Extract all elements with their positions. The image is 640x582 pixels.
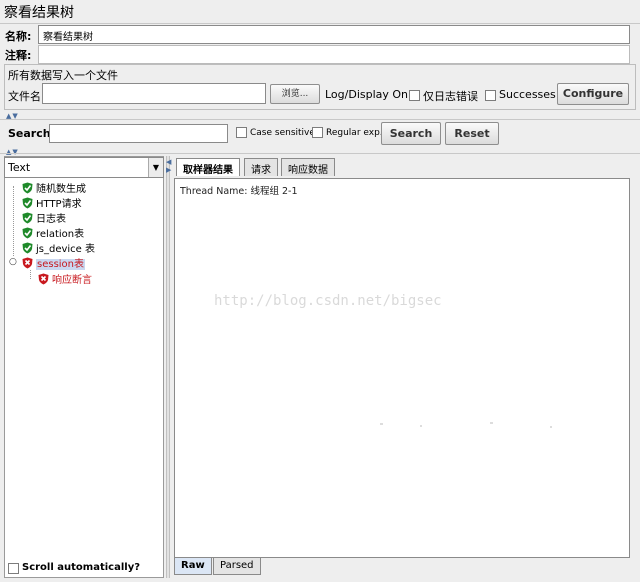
divider <box>0 119 640 120</box>
expand-toggle-icon[interactable]: ○ <box>9 257 17 267</box>
success-shield-icon <box>22 212 36 225</box>
window-title: 察看结果树 <box>4 5 74 21</box>
regex-checkbox[interactable] <box>312 127 323 138</box>
successes-checkbox[interactable] <box>485 90 496 101</box>
regex-label: Regular exp. <box>326 128 383 138</box>
tab-sampler-result[interactable]: 取样器结果 <box>176 158 240 176</box>
errors-only-checkbox[interactable] <box>409 90 420 101</box>
tree-item-label: 随机数生成 <box>36 184 86 195</box>
redaction-scribble <box>341 416 610 434</box>
scroll-auto-checkbox[interactable] <box>8 563 19 574</box>
tree-item[interactable]: js_device 表 <box>22 240 96 255</box>
error-shield-icon <box>22 257 36 270</box>
successes-label: Successes <box>499 88 556 101</box>
search-label: Search: <box>8 127 55 140</box>
tree-item[interactable]: 随机数生成 <box>22 180 86 195</box>
tab-raw[interactable]: Raw <box>174 557 212 575</box>
collapse-arrows-icon[interactable]: ▲▼ <box>6 148 19 156</box>
tree-item[interactable]: 响应断言 <box>38 271 92 286</box>
scroll-auto-label: Scroll automatically? <box>22 562 141 573</box>
tab-parsed[interactable]: Parsed <box>213 557 261 575</box>
tab-response-data[interactable]: 响应数据 <box>281 158 335 176</box>
tree-item-label: js_device 表 <box>36 244 96 255</box>
chevron-down-icon[interactable]: ▼ <box>148 158 163 177</box>
tree-item[interactable]: HTTP请求 <box>22 195 82 210</box>
splitter-arrows-icon[interactable]: ◀ ▶ <box>166 158 171 174</box>
divider <box>0 153 640 154</box>
result-text-area[interactable]: Thread Name: 线程组 2-1Sample Start: 2017-0… <box>174 178 630 558</box>
errors-only-label: 仅日志错误 <box>423 90 478 103</box>
search-button[interactable]: Search <box>381 122 441 145</box>
success-shield-icon <box>22 197 36 210</box>
success-shield-icon <box>22 182 36 195</box>
configure-button[interactable]: Configure <box>557 83 629 105</box>
tree-item-label: 日志表 <box>36 214 66 225</box>
error-shield-icon <box>38 273 52 286</box>
renderer-select[interactable]: Text ▼ <box>4 157 164 178</box>
tree-item-label: 响应断言 <box>52 275 92 286</box>
divider <box>0 23 640 24</box>
tree-item-label: session表 <box>36 259 86 270</box>
splitter[interactable] <box>166 156 170 578</box>
tree-item-label: HTTP请求 <box>36 199 82 210</box>
case-sensitive-checkbox[interactable] <box>236 127 247 138</box>
watermark: http://blog.csdn.net/bigsec <box>214 293 442 309</box>
file-section-header: 所有数据写入一个文件 <box>8 69 118 82</box>
comment-field[interactable] <box>38 45 630 64</box>
success-shield-icon <box>22 227 36 240</box>
name-label: 名称: <box>5 30 32 43</box>
browse-button[interactable]: 浏览... <box>270 84 320 104</box>
case-sensitive-label: Case sensitive <box>250 128 315 138</box>
tree-line <box>30 270 32 279</box>
search-input[interactable] <box>49 124 228 143</box>
tree-item[interactable]: relation表 <box>22 225 85 240</box>
tree-item[interactable]: 日志表 <box>22 210 66 225</box>
result-line: Thread Name: 线程组 2-1 <box>180 186 298 197</box>
name-field[interactable]: 察看结果树 <box>38 25 630 44</box>
comment-label: 注释: <box>5 49 32 62</box>
success-shield-icon <box>22 242 36 255</box>
log-display-label: Log/Display Only: <box>325 88 421 101</box>
reset-button[interactable]: Reset <box>445 122 499 145</box>
tree-line <box>13 186 15 256</box>
renderer-select-value: Text <box>8 161 31 174</box>
tree-item[interactable]: session表 <box>22 255 86 270</box>
tab-request[interactable]: 请求 <box>244 158 278 176</box>
file-name-label: 文件名 <box>8 90 41 103</box>
file-name-input[interactable] <box>42 83 266 104</box>
tree-item-label: relation表 <box>36 229 85 240</box>
